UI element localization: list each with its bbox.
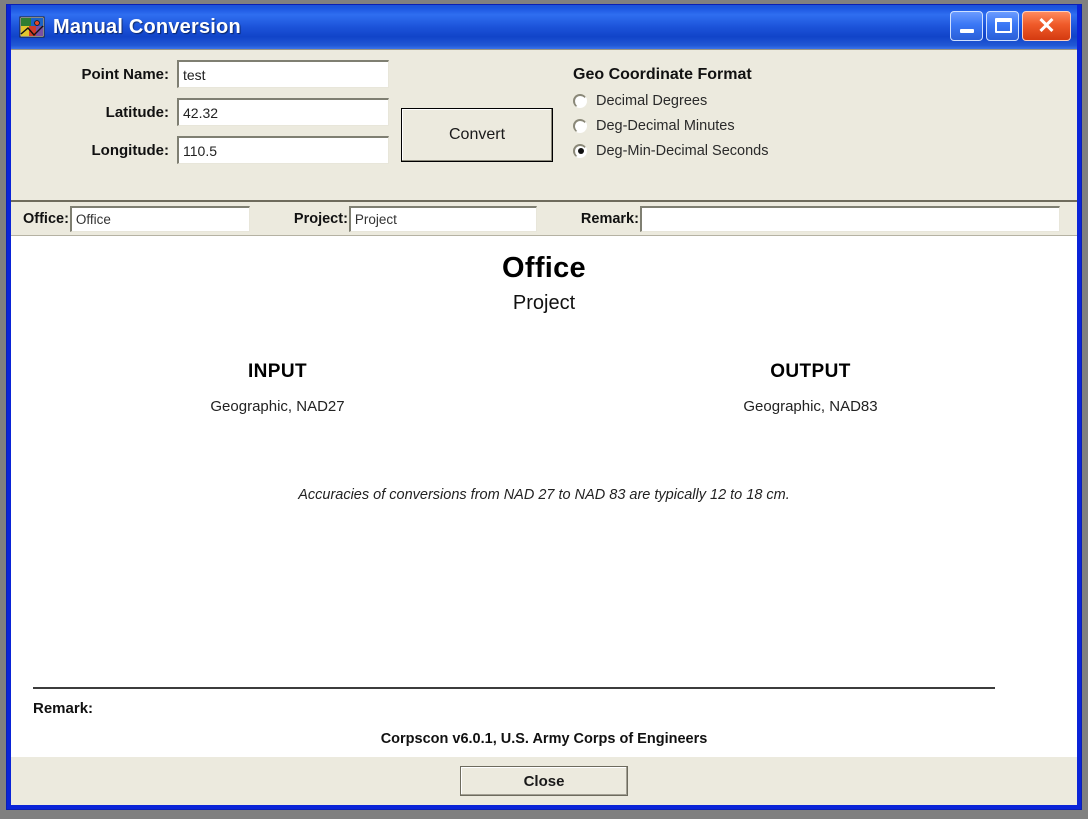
radio-deg-decimal-minutes-label: Deg-Decimal Minutes bbox=[596, 118, 735, 134]
client-area: Point Name: Latitude: Longitude: Convert… bbox=[11, 49, 1077, 805]
report-accuracy-note: Accuracies of conversions from NAD 27 to… bbox=[298, 487, 790, 503]
document-meta-bar: Office: Project: Remark: bbox=[11, 202, 1077, 236]
title-bar: Manual Conversion ✕ bbox=[11, 5, 1077, 49]
convert-button[interactable]: Convert bbox=[401, 108, 553, 162]
report-output-datum: Geographic, NAD83 bbox=[743, 398, 878, 415]
radio-deg-decimal-minutes[interactable]: Deg-Decimal Minutes bbox=[573, 118, 768, 134]
report-input-title: INPUT bbox=[248, 361, 307, 382]
dialog-footer: Close bbox=[11, 757, 1077, 805]
report-input-column: INPUT Geographic, NAD27 bbox=[11, 361, 544, 415]
report-preview: Office Project INPUT Geographic, NAD27 O… bbox=[11, 236, 1077, 757]
window-controls: ✕ bbox=[950, 11, 1071, 41]
radio-deg-decimal-minutes-indicator[interactable] bbox=[573, 119, 587, 133]
minimize-icon bbox=[960, 29, 974, 33]
radio-decimal-degrees-indicator[interactable] bbox=[573, 94, 587, 108]
minimize-button[interactable] bbox=[950, 11, 983, 41]
application-window: Manual Conversion ✕ Point Name: Latitude… bbox=[6, 4, 1082, 810]
report-input-datum: Geographic, NAD27 bbox=[210, 398, 345, 415]
report-divider bbox=[33, 687, 995, 689]
close-window-button[interactable]: ✕ bbox=[1022, 11, 1071, 41]
close-icon: ✕ bbox=[1037, 13, 1056, 38]
radio-deg-min-decimal-seconds[interactable]: Deg-Min-Decimal Seconds bbox=[573, 143, 768, 159]
geo-coordinate-format-group: Geo Coordinate Format Decimal Degrees De… bbox=[573, 66, 768, 168]
report-output-title: OUTPUT bbox=[770, 361, 851, 382]
point-name-label: Point Name: bbox=[81, 65, 169, 83]
radio-decimal-degrees-label: Decimal Degrees bbox=[596, 93, 708, 109]
maximize-icon bbox=[995, 18, 1012, 33]
point-name-row: Point Name: bbox=[29, 60, 389, 88]
longitude-row: Longitude: bbox=[29, 136, 389, 164]
radio-deg-min-decimal-seconds-indicator[interactable] bbox=[573, 144, 587, 158]
point-name-input[interactable] bbox=[177, 60, 389, 88]
report-output-column: OUTPUT Geographic, NAD83 bbox=[544, 361, 1077, 415]
remark-input[interactable] bbox=[639, 205, 1060, 232]
input-form-panel: Point Name: Latitude: Longitude: Convert… bbox=[11, 50, 1077, 202]
radio-decimal-degrees[interactable]: Decimal Degrees bbox=[573, 93, 768, 109]
report-project-heading: Project bbox=[512, 292, 576, 314]
project-label: Project: bbox=[293, 210, 348, 227]
close-button[interactable]: Close bbox=[460, 766, 628, 796]
report-office-heading: Office bbox=[502, 252, 586, 284]
report-credit-line: Corpscon v6.0.1, U.S. Army Corps of Engi… bbox=[380, 731, 708, 747]
radio-deg-min-decimal-seconds-label: Deg-Min-Decimal Seconds bbox=[596, 143, 769, 159]
report-remark-label: Remark: bbox=[33, 700, 94, 717]
remark-label: Remark: bbox=[580, 210, 639, 227]
app-icon-svg bbox=[19, 16, 45, 38]
latitude-input[interactable] bbox=[177, 98, 389, 126]
project-input[interactable] bbox=[348, 205, 537, 232]
report-columns: INPUT Geographic, NAD27 OUTPUT Geographi… bbox=[11, 361, 1077, 415]
corpscon-app-icon bbox=[19, 14, 45, 40]
latitude-label: Latitude: bbox=[105, 103, 169, 121]
geo-format-title: Geo Coordinate Format bbox=[573, 66, 752, 83]
window-title: Manual Conversion bbox=[53, 15, 241, 38]
longitude-label: Longitude: bbox=[91, 141, 169, 159]
office-label: Office: bbox=[23, 210, 69, 227]
longitude-input[interactable] bbox=[177, 136, 389, 164]
office-input[interactable] bbox=[69, 205, 250, 232]
latitude-row: Latitude: bbox=[29, 98, 389, 126]
maximize-button[interactable] bbox=[986, 11, 1019, 41]
